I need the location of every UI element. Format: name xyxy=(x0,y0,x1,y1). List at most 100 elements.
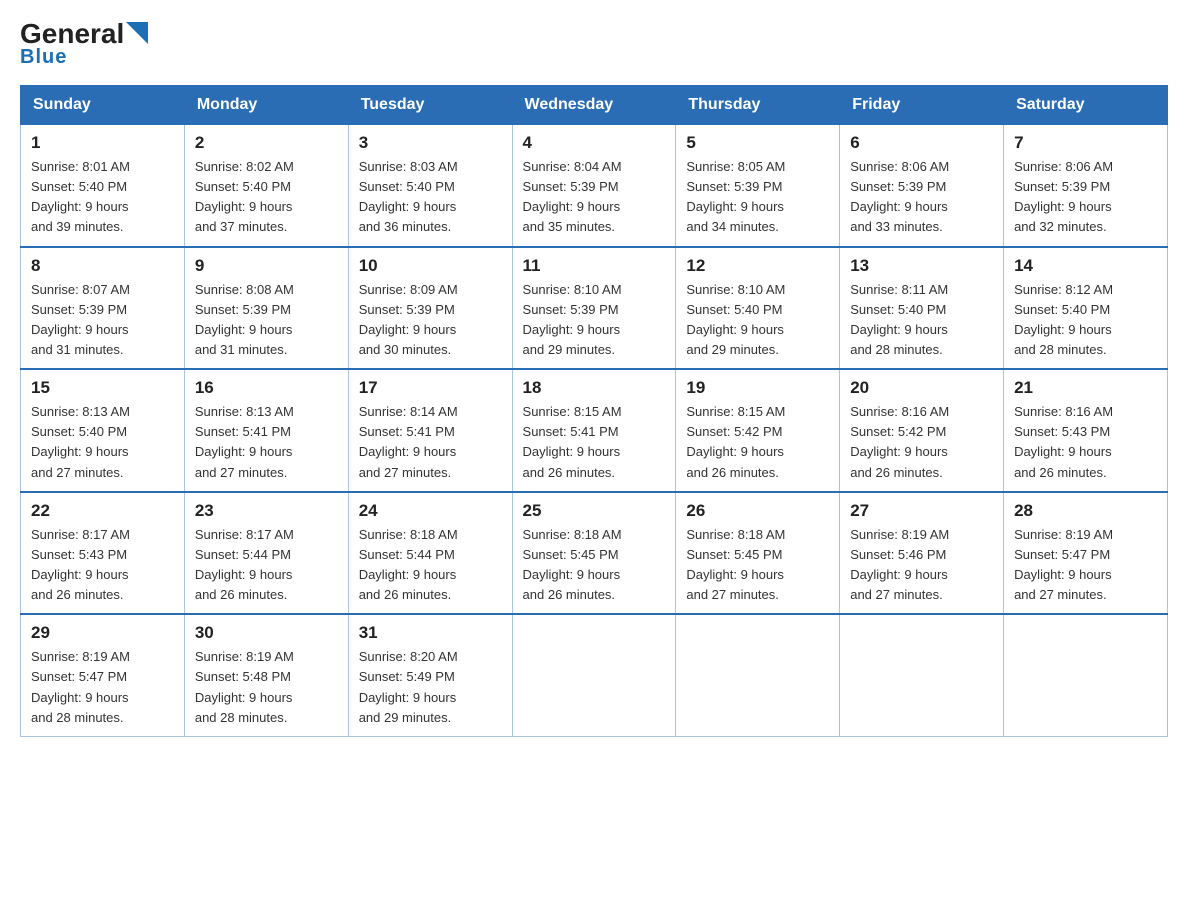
logo: General Blue xyxy=(20,20,148,69)
day-info: Sunrise: 8:19 AMSunset: 5:47 PMDaylight:… xyxy=(31,647,174,728)
day-number: 8 xyxy=(31,256,174,276)
day-info: Sunrise: 8:19 AMSunset: 5:48 PMDaylight:… xyxy=(195,647,338,728)
calendar-cell: 20 Sunrise: 8:16 AMSunset: 5:42 PMDayligh… xyxy=(840,369,1004,492)
day-number: 13 xyxy=(850,256,993,276)
day-number: 22 xyxy=(31,501,174,521)
page-header: General Blue xyxy=(20,20,1168,69)
header-sunday: Sunday xyxy=(21,86,185,125)
week-row-5: 29 Sunrise: 8:19 AMSunset: 5:47 PMDayligh… xyxy=(21,614,1168,736)
calendar-cell: 30 Sunrise: 8:19 AMSunset: 5:48 PMDayligh… xyxy=(184,614,348,736)
header-tuesday: Tuesday xyxy=(348,86,512,125)
calendar-cell: 13 Sunrise: 8:11 AMSunset: 5:40 PMDayligh… xyxy=(840,247,1004,370)
calendar-cell: 22Sunrise: 8:17 AMSunset: 5:43 PMDayligh… xyxy=(21,492,185,615)
day-number: 19 xyxy=(686,378,829,398)
calendar-cell: 3 Sunrise: 8:03 AMSunset: 5:40 PMDaylight… xyxy=(348,125,512,247)
day-number: 29 xyxy=(31,623,174,643)
day-info: Sunrise: 8:16 AMSunset: 5:42 PMDaylight:… xyxy=(850,402,993,483)
day-number: 31 xyxy=(359,623,502,643)
week-row-1: 1 Sunrise: 8:01 AMSunset: 5:40 PMDaylight… xyxy=(21,125,1168,247)
day-number: 14 xyxy=(1014,256,1157,276)
day-number: 16 xyxy=(195,378,338,398)
day-number: 7 xyxy=(1014,133,1157,153)
calendar-cell: 4 Sunrise: 8:04 AMSunset: 5:39 PMDaylight… xyxy=(512,125,676,247)
day-info: Sunrise: 8:03 AMSunset: 5:40 PMDaylight:… xyxy=(359,157,502,238)
day-number: 1 xyxy=(31,133,174,153)
calendar-cell: 9 Sunrise: 8:08 AMSunset: 5:39 PMDaylight… xyxy=(184,247,348,370)
calendar-cell: 8 Sunrise: 8:07 AMSunset: 5:39 PMDaylight… xyxy=(21,247,185,370)
day-info: Sunrise: 8:07 AMSunset: 5:39 PMDaylight:… xyxy=(31,280,174,361)
day-number: 4 xyxy=(523,133,666,153)
day-info: Sunrise: 8:06 AMSunset: 5:39 PMDaylight:… xyxy=(1014,157,1157,238)
day-info: Sunrise: 8:18 AMSunset: 5:45 PMDaylight:… xyxy=(523,525,666,606)
day-info: Sunrise: 8:18 AMSunset: 5:45 PMDaylight:… xyxy=(686,525,829,606)
header-thursday: Thursday xyxy=(676,86,840,125)
calendar-cell: 21Sunrise: 8:16 AMSunset: 5:43 PMDayligh… xyxy=(1004,369,1168,492)
header-wednesday: Wednesday xyxy=(512,86,676,125)
day-number: 6 xyxy=(850,133,993,153)
day-info: Sunrise: 8:08 AMSunset: 5:39 PMDaylight:… xyxy=(195,280,338,361)
day-info: Sunrise: 8:11 AMSunset: 5:40 PMDaylight:… xyxy=(850,280,993,361)
calendar-cell xyxy=(840,614,1004,736)
calendar-cell: 7 Sunrise: 8:06 AMSunset: 5:39 PMDaylight… xyxy=(1004,125,1168,247)
calendar-body: 1 Sunrise: 8:01 AMSunset: 5:40 PMDaylight… xyxy=(21,125,1168,737)
day-info: Sunrise: 8:05 AMSunset: 5:39 PMDaylight:… xyxy=(686,157,829,238)
day-number: 30 xyxy=(195,623,338,643)
day-number: 15 xyxy=(31,378,174,398)
calendar-cell: 2Sunrise: 8:02 AMSunset: 5:40 PMDaylight… xyxy=(184,125,348,247)
calendar-cell: 14 Sunrise: 8:12 AMSunset: 5:40 PMDayligh… xyxy=(1004,247,1168,370)
calendar-table: SundayMondayTuesdayWednesdayThursdayFrid… xyxy=(20,85,1168,737)
day-info: Sunrise: 8:09 AMSunset: 5:39 PMDaylight:… xyxy=(359,280,502,361)
day-info: Sunrise: 8:15 AMSunset: 5:41 PMDaylight:… xyxy=(523,402,666,483)
calendar-cell xyxy=(512,614,676,736)
day-info: Sunrise: 8:20 AMSunset: 5:49 PMDaylight:… xyxy=(359,647,502,728)
calendar-cell: 26 Sunrise: 8:18 AMSunset: 5:45 PMDayligh… xyxy=(676,492,840,615)
calendar-cell: 12 Sunrise: 8:10 AMSunset: 5:40 PMDayligh… xyxy=(676,247,840,370)
day-info: Sunrise: 8:16 AMSunset: 5:43 PMDaylight:… xyxy=(1014,402,1157,483)
calendar-cell: 1 Sunrise: 8:01 AMSunset: 5:40 PMDaylight… xyxy=(21,125,185,247)
day-number: 12 xyxy=(686,256,829,276)
day-info: Sunrise: 8:15 AMSunset: 5:42 PMDaylight:… xyxy=(686,402,829,483)
day-number: 11 xyxy=(523,256,666,276)
week-row-3: 15 Sunrise: 8:13 AMSunset: 5:40 PMDayligh… xyxy=(21,369,1168,492)
calendar-cell: 15 Sunrise: 8:13 AMSunset: 5:40 PMDayligh… xyxy=(21,369,185,492)
day-number: 23 xyxy=(195,501,338,521)
day-info: Sunrise: 8:14 AMSunset: 5:41 PMDaylight:… xyxy=(359,402,502,483)
day-number: 26 xyxy=(686,501,829,521)
logo-general: General xyxy=(20,20,124,48)
day-number: 9 xyxy=(195,256,338,276)
day-number: 24 xyxy=(359,501,502,521)
day-number: 3 xyxy=(359,133,502,153)
day-info: Sunrise: 8:01 AMSunset: 5:40 PMDaylight:… xyxy=(31,157,174,238)
day-info: Sunrise: 8:04 AMSunset: 5:39 PMDaylight:… xyxy=(523,157,666,238)
day-info: Sunrise: 8:02 AMSunset: 5:40 PMDaylight:… xyxy=(195,157,338,238)
calendar-cell: 28Sunrise: 8:19 AMSunset: 5:47 PMDayligh… xyxy=(1004,492,1168,615)
calendar-cell: 16Sunrise: 8:13 AMSunset: 5:41 PMDayligh… xyxy=(184,369,348,492)
logo-blue: Blue xyxy=(20,46,67,69)
header-monday: Monday xyxy=(184,86,348,125)
day-info: Sunrise: 8:06 AMSunset: 5:39 PMDaylight:… xyxy=(850,157,993,238)
calendar-cell xyxy=(676,614,840,736)
calendar-cell: 5Sunrise: 8:05 AMSunset: 5:39 PMDaylight… xyxy=(676,125,840,247)
day-number: 10 xyxy=(359,256,502,276)
day-info: Sunrise: 8:12 AMSunset: 5:40 PMDaylight:… xyxy=(1014,280,1157,361)
day-info: Sunrise: 8:18 AMSunset: 5:44 PMDaylight:… xyxy=(359,525,502,606)
calendar-header: SundayMondayTuesdayWednesdayThursdayFrid… xyxy=(21,86,1168,125)
calendar-cell: 18Sunrise: 8:15 AMSunset: 5:41 PMDayligh… xyxy=(512,369,676,492)
logo-arrow-icon xyxy=(126,22,148,44)
day-info: Sunrise: 8:10 AMSunset: 5:40 PMDaylight:… xyxy=(686,280,829,361)
day-info: Sunrise: 8:10 AMSunset: 5:39 PMDaylight:… xyxy=(523,280,666,361)
week-row-2: 8 Sunrise: 8:07 AMSunset: 5:39 PMDaylight… xyxy=(21,247,1168,370)
day-number: 25 xyxy=(523,501,666,521)
calendar-cell: 27Sunrise: 8:19 AMSunset: 5:46 PMDayligh… xyxy=(840,492,1004,615)
day-number: 20 xyxy=(850,378,993,398)
calendar-cell xyxy=(1004,614,1168,736)
calendar-cell: 31 Sunrise: 8:20 AMSunset: 5:49 PMDayligh… xyxy=(348,614,512,736)
header-saturday: Saturday xyxy=(1004,86,1168,125)
header-friday: Friday xyxy=(840,86,1004,125)
calendar-cell: 11 Sunrise: 8:10 AMSunset: 5:39 PMDayligh… xyxy=(512,247,676,370)
day-info: Sunrise: 8:17 AMSunset: 5:44 PMDaylight:… xyxy=(195,525,338,606)
calendar-cell: 25 Sunrise: 8:18 AMSunset: 5:45 PMDayligh… xyxy=(512,492,676,615)
calendar-cell: 6 Sunrise: 8:06 AMSunset: 5:39 PMDaylight… xyxy=(840,125,1004,247)
day-info: Sunrise: 8:13 AMSunset: 5:40 PMDaylight:… xyxy=(31,402,174,483)
day-info: Sunrise: 8:19 AMSunset: 5:47 PMDaylight:… xyxy=(1014,525,1157,606)
